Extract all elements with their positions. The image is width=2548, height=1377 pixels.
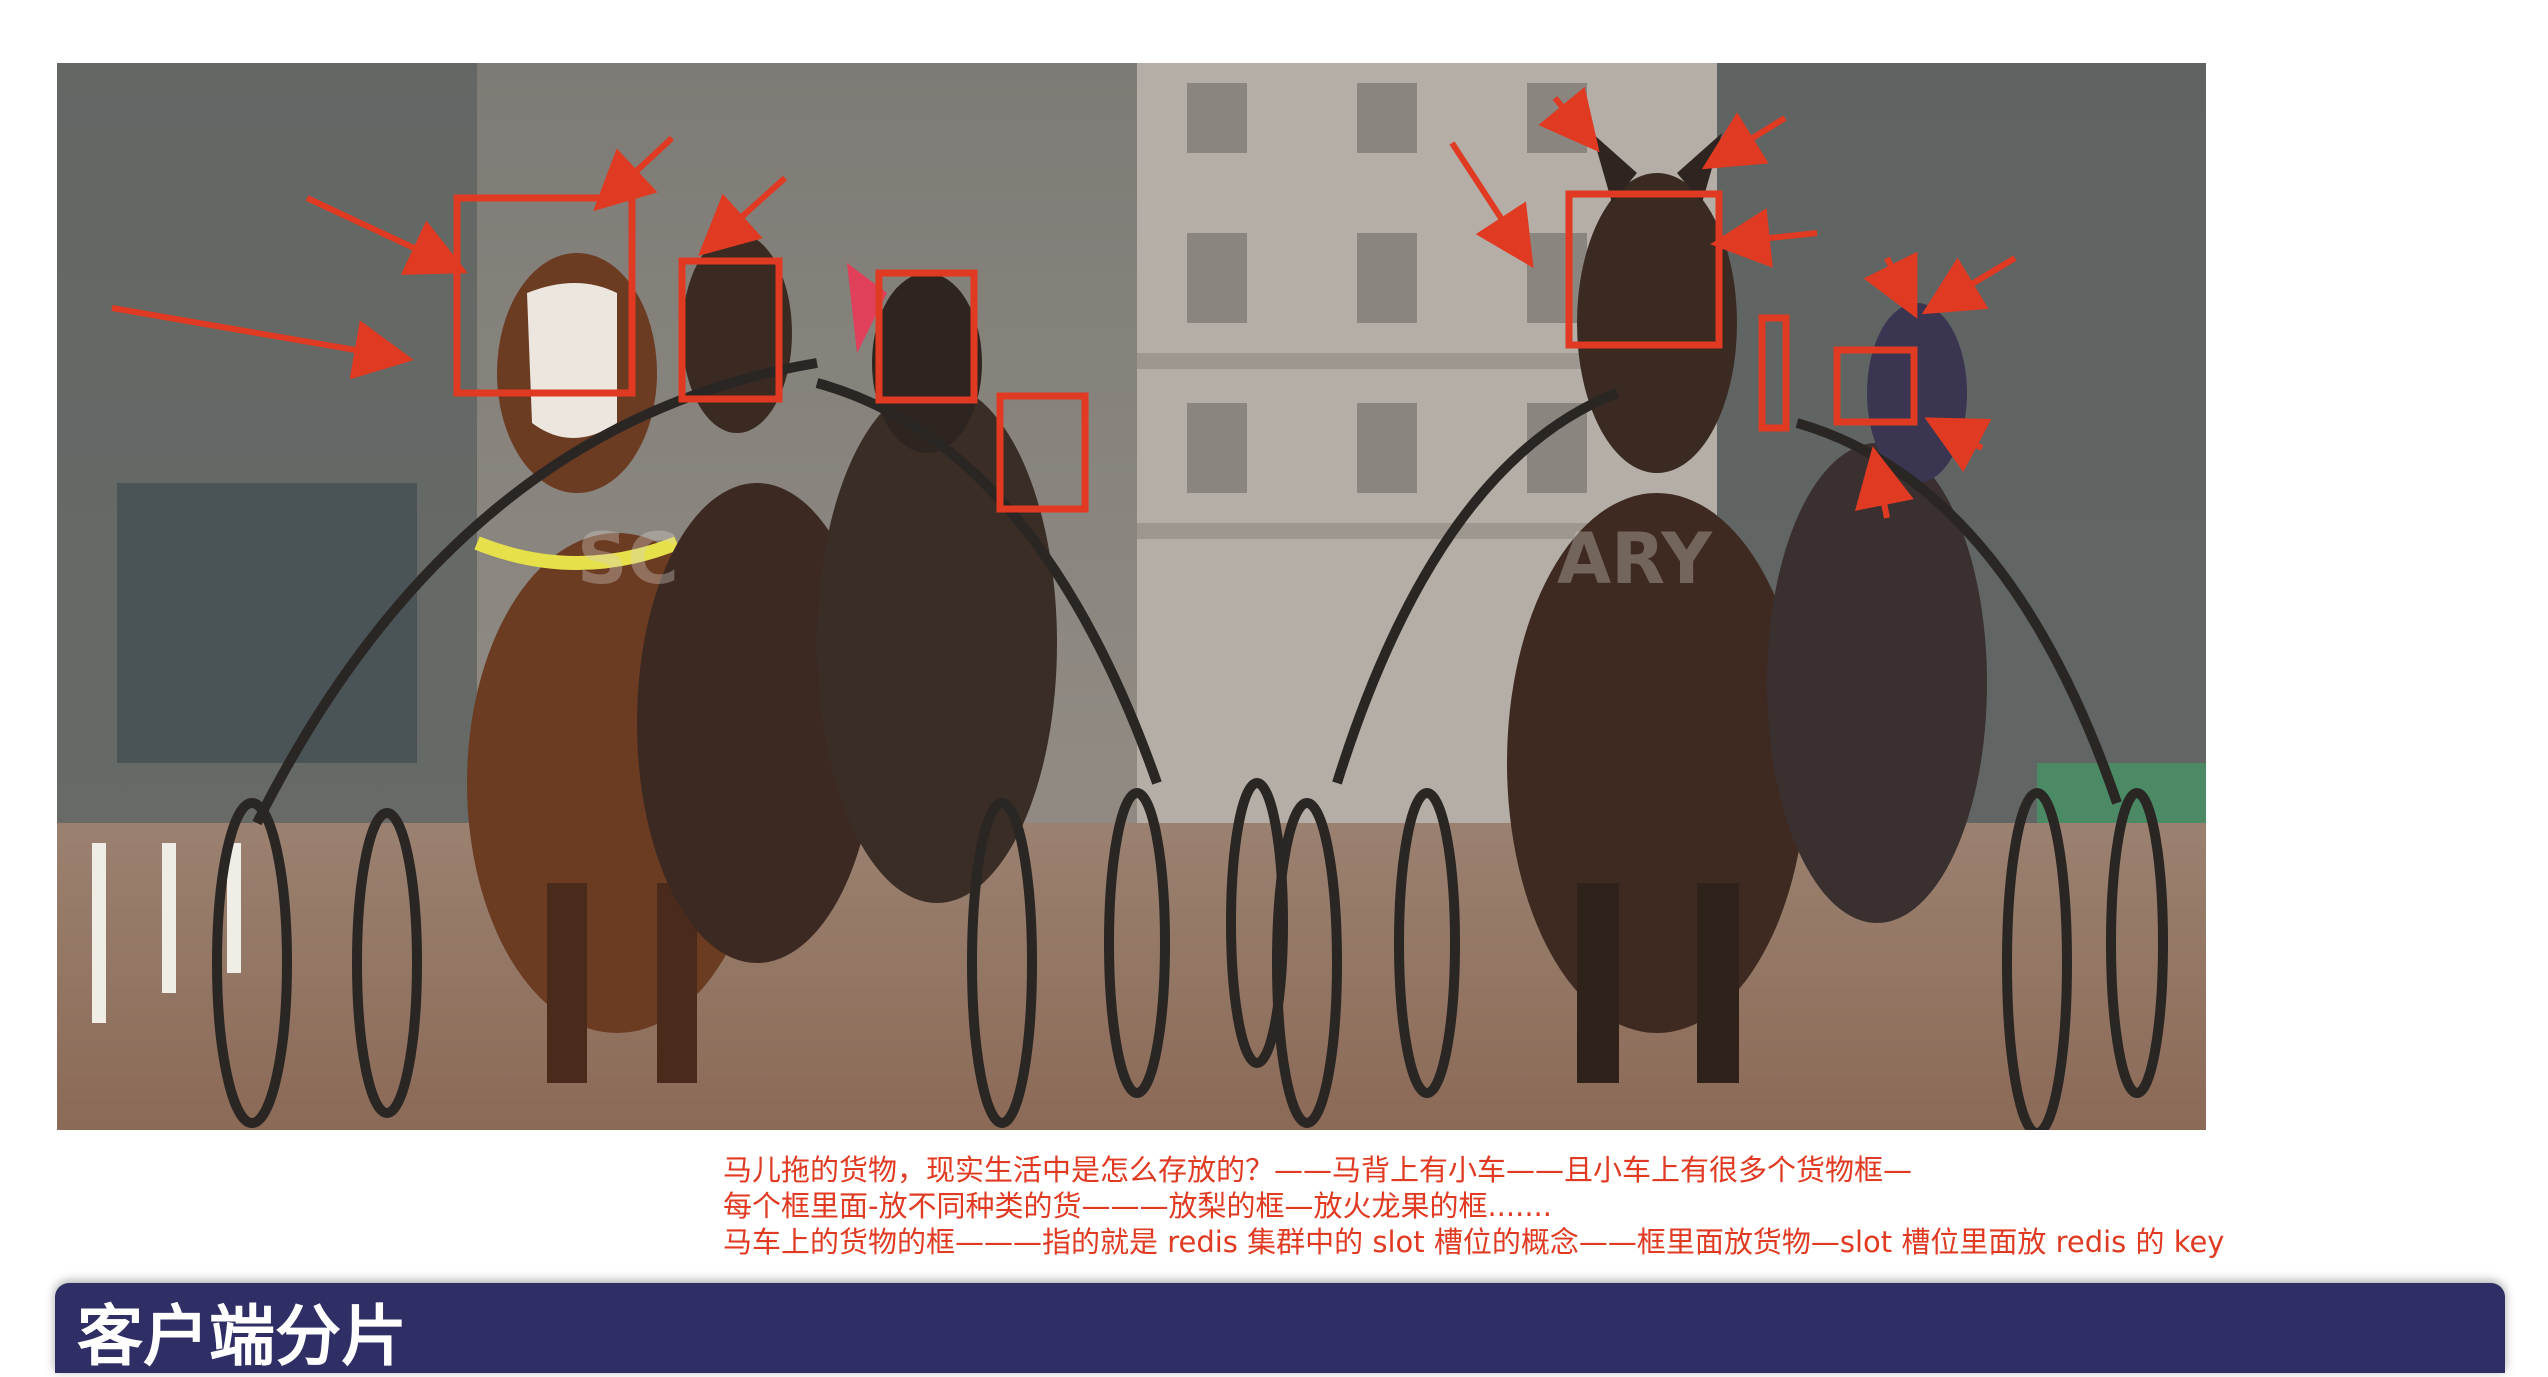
image-caption: 马儿拖的货物，现实生活中是怎么存放的？——马背上有小车——且小车上有很多个货物框…: [723, 1152, 2323, 1260]
horse-racing-photo: SC ARY: [57, 63, 2206, 1130]
caption-line-2: 每个框里面-放不同种类的货———放梨的框—放火龙果的框.......: [723, 1189, 1552, 1223]
annotated-horse-image: SC ARY: [57, 63, 2206, 1130]
section-header: 客户端分片: [55, 1283, 2505, 1375]
svg-text:ARY: ARY: [1557, 518, 1713, 600]
svg-text:SC: SC: [577, 518, 679, 600]
section-title: 客户端分片: [77, 1298, 407, 1375]
caption-line-1: 马儿拖的货物，现实生活中是怎么存放的？——马背上有小车——且小车上有很多个货物框…: [723, 1153, 1913, 1187]
caption-line-3: 马车上的货物的框———指的就是 redis 集群中的 slot 槽位的概念——框…: [723, 1225, 2225, 1259]
